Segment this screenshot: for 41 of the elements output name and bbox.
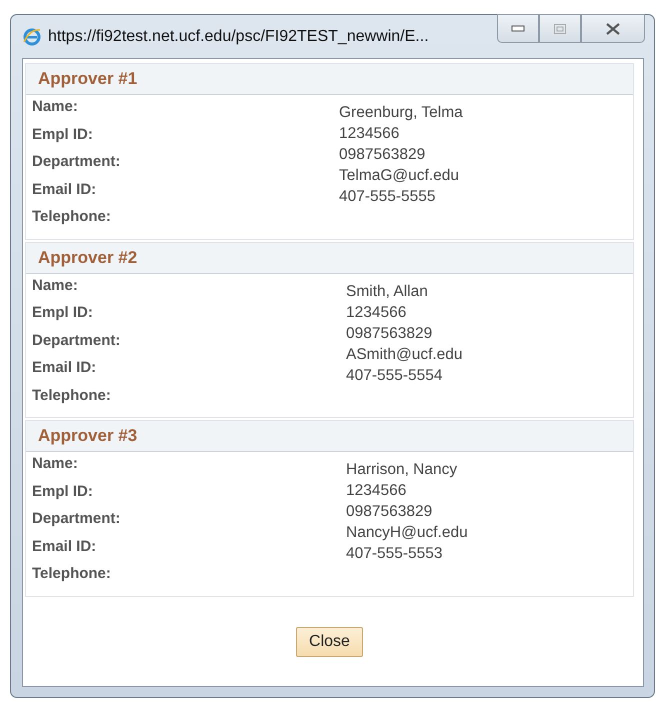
section-title: Approver #1 (38, 69, 138, 89)
field-label: Empl ID: (32, 126, 94, 144)
section-title: Approver #2 (38, 248, 138, 268)
field-value: Smith, Allan (346, 282, 429, 302)
field-label: Email ID: (32, 180, 98, 200)
field-value: 0987563829 (339, 146, 426, 165)
field-label: Department: (32, 332, 122, 350)
field-value: TelmaG@ucf.edu (339, 167, 460, 186)
field-value: 407-555-5553 (346, 545, 444, 564)
minimize-icon (511, 24, 525, 32)
field-label: Telephone: (32, 565, 112, 584)
field-label: Telephone: (32, 208, 112, 227)
section-title: Approver #3 (38, 426, 138, 446)
field-label: Name: (32, 98, 79, 117)
field-label: Empl ID: (32, 482, 94, 502)
field-value: 407-555-5555 (339, 188, 437, 207)
field-label: Email ID: (32, 538, 98, 556)
window-title: https://fi92test.net.ucf.edu/psc/FI92TEST_newwin/E... (48, 28, 429, 46)
field-label: Name: (32, 455, 79, 474)
field-label: Name: (32, 276, 79, 296)
field-label: Department: (32, 153, 122, 172)
field-value: 1234566 (339, 125, 400, 144)
field-label: Telephone: (32, 386, 112, 406)
field-value: ASmith@ucf.edu (346, 346, 463, 364)
browser-icon (22, 26, 42, 46)
close-button[interactable]: Close (296, 626, 363, 656)
field-value: Greenburg, Telma (339, 104, 463, 123)
close-icon (605, 22, 621, 34)
field-label: Department: (32, 510, 122, 529)
field-value: 0987563829 (346, 503, 434, 522)
field-value: 0987563829 (346, 324, 434, 344)
field-label: Empl ID: (32, 304, 94, 323)
field-value: NancyH@ucf.edu (346, 524, 468, 543)
close-button[interactable] (581, 14, 645, 43)
field-value: 1234566 (346, 304, 408, 322)
field-value: Harrison, Nancy (346, 461, 458, 480)
field-label: Email ID: (32, 359, 98, 378)
field-value: 1234566 (346, 482, 408, 501)
minimize-button[interactable] (497, 14, 539, 43)
maximize-icon (553, 22, 567, 34)
field-value: 407-555-5554 (346, 366, 444, 386)
